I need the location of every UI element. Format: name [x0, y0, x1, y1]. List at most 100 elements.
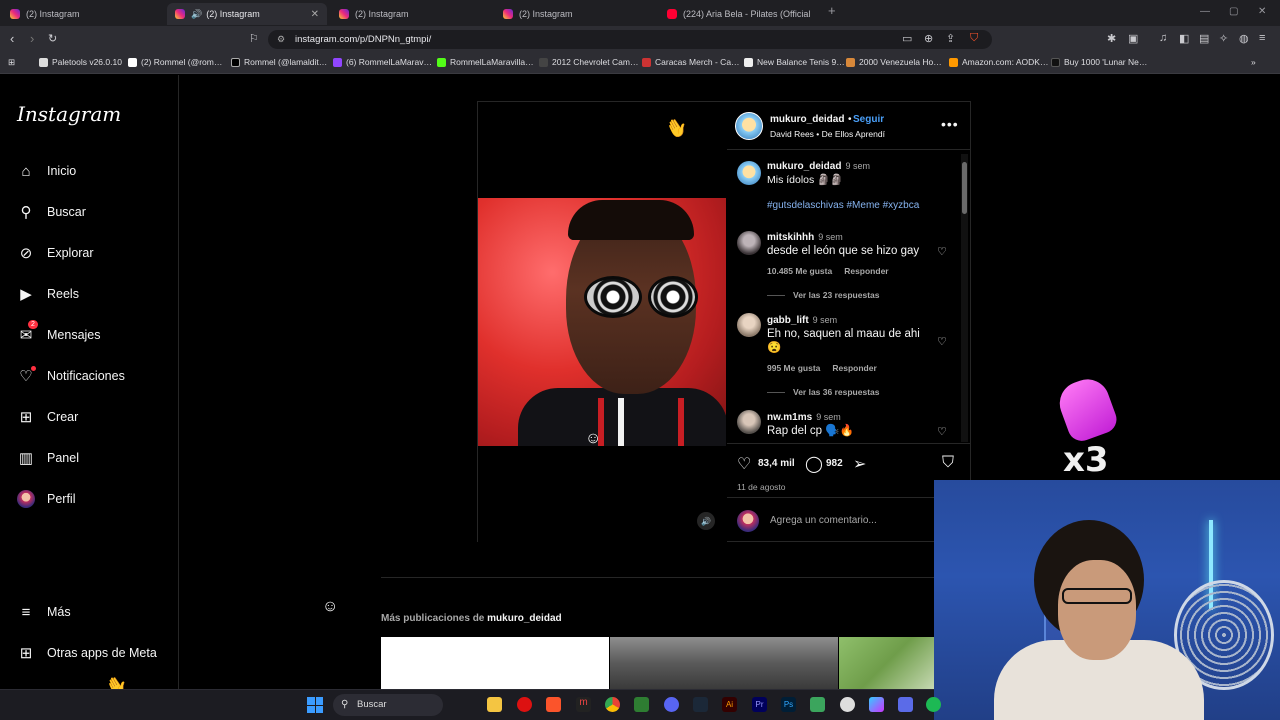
bookmark-icon[interactable]: ⚐	[249, 32, 259, 45]
apps-icon[interactable]: ⊞	[8, 57, 15, 68]
window-close-icon[interactable]: ✕	[1258, 6, 1266, 17]
site-info-icon[interactable]: ⚙	[277, 30, 285, 49]
avatar[interactable]	[737, 231, 761, 255]
comment-input[interactable]: Agrega un comentario...	[770, 515, 877, 526]
app-icon[interactable]	[634, 697, 649, 712]
sidebar-item-mensajes[interactable]: ✉ 2 Mensajes	[17, 320, 101, 347]
view-replies-button[interactable]: Ver las 36 respuestas	[767, 387, 879, 397]
like-icon[interactable]: ♡	[737, 454, 751, 474]
view-replies-button[interactable]: Ver las 23 respuestas	[767, 290, 879, 300]
url-field[interactable]: ⚙ instagram.com/p/DNPNn_gtmpi/	[268, 30, 992, 49]
bookmark-item[interactable]: 2012 Chevrolet Cam…	[539, 57, 638, 67]
avatar[interactable]	[737, 313, 761, 337]
app-icon[interactable]	[840, 697, 855, 712]
more-post-thumbnail[interactable]	[839, 637, 934, 689]
audio-attribution[interactable]: David Rees • De Ellos Aprendí	[770, 129, 885, 139]
zoom-icon[interactable]: ⊕	[924, 32, 933, 45]
bookmark-item[interactable]: (2) Rommel (@rom…	[128, 57, 222, 67]
save-icon[interactable]: ⛉	[942, 454, 954, 472]
reply-button[interactable]: Responder	[844, 266, 888, 276]
ai-icon[interactable]: ✧	[1219, 32, 1228, 45]
like-count[interactable]: 83,4 mil	[758, 458, 795, 469]
windows-start-icon[interactable]	[307, 697, 323, 713]
wallet-icon[interactable]: ▤	[1199, 32, 1209, 45]
menu-icon[interactable]: ≡	[1259, 32, 1265, 44]
sidebar-item-otras-apps[interactable]: ⊞ Otras apps de Meta	[17, 641, 157, 665]
chrome-icon[interactable]	[605, 697, 620, 712]
vpn-icon[interactable]: ◍	[1239, 32, 1249, 45]
forward-icon[interactable]: ›	[30, 31, 34, 46]
screen-icon[interactable]: ▭	[902, 32, 912, 45]
app-icon[interactable]	[898, 697, 913, 712]
sidebar-item-mas[interactable]: ≡ Más	[17, 600, 71, 624]
minimize-icon[interactable]: —	[1200, 6, 1210, 17]
share-icon[interactable]: ⇪	[946, 32, 955, 45]
comments-list[interactable]: mukuro_deidad 9 sem Mis ídolos 🗿🗿 #gutsde…	[727, 151, 970, 443]
opera-icon[interactable]	[517, 697, 532, 712]
like-comment-icon[interactable]: ♡	[937, 245, 947, 258]
post-image[interactable]	[478, 198, 726, 446]
bookmark-item[interactable]: Caracas Merch - Ca…	[642, 57, 740, 67]
taskbar-search[interactable]: ⚲ Buscar	[333, 694, 443, 716]
bookmark-item[interactable]: New Balance Tenis 9…	[744, 57, 845, 67]
browser-tab-active[interactable]: 🔊 (2) Instagram ✕	[167, 3, 327, 25]
comment-username[interactable]: gabb_lift 9 sem	[767, 315, 837, 326]
comment-username[interactable]: mitskihhh 9 sem	[767, 232, 843, 243]
share-icon[interactable]: ➢	[853, 454, 866, 474]
instagram-logo[interactable]: Instagram	[17, 102, 121, 126]
wallet-icon[interactable]: ▣	[1128, 32, 1138, 45]
browser-tab[interactable]: (224) Aria Bela - Pilates (Official Vide…	[659, 3, 819, 25]
browser-tab[interactable]: (2) Instagram	[2, 3, 166, 25]
sidebar-item-notificaciones[interactable]: ♡ Notificaciones	[17, 364, 125, 388]
sidebar-item-buscar[interactable]: ⚲ Buscar	[17, 200, 86, 224]
more-options-icon[interactable]: •••	[941, 116, 959, 132]
discord-icon[interactable]	[664, 697, 679, 712]
author-username[interactable]: mukuro_deidad	[770, 114, 844, 125]
bookmark-item[interactable]: RommelLaMaravilla…	[437, 57, 534, 67]
avatar[interactable]	[737, 410, 761, 434]
more-post-thumbnail[interactable]	[610, 637, 838, 689]
file-explorer-icon[interactable]	[487, 697, 502, 712]
sidebar-toggle-icon[interactable]: ◧	[1179, 32, 1189, 45]
more-post-thumbnail[interactable]	[381, 637, 609, 689]
sidebar-item-perfil[interactable]: Perfil	[17, 487, 75, 511]
sidebar-item-explorar[interactable]: ⊘ Explorar	[17, 241, 94, 265]
sidebar-item-reels[interactable]: ▶ Reels	[17, 282, 79, 306]
music-icon[interactable]: ♫	[1159, 32, 1167, 44]
caption-username[interactable]: mukuro_deidad 9 sem	[767, 161, 870, 172]
brave-shield-icon[interactable]: ⛉	[970, 32, 978, 45]
tab-close-icon[interactable]: ✕	[311, 9, 319, 20]
maximize-icon[interactable]: ▢	[1229, 6, 1238, 17]
scrollbar-thumb[interactable]	[962, 162, 967, 214]
like-comment-icon[interactable]: ♡	[937, 335, 947, 348]
brave-icon[interactable]	[546, 697, 561, 712]
bookmark-item[interactable]: Rommel (@lamaldit…	[231, 57, 327, 67]
comments-scrollbar[interactable]	[961, 154, 968, 442]
bookmark-item[interactable]: 2000 Venezuela Ho…	[846, 57, 942, 67]
caption-hashtags[interactable]: #gutsdelaschivas #Meme #xyzbca	[767, 200, 919, 211]
post-media[interactable]: 🔊	[478, 102, 727, 543]
bookmark-item[interactable]: (6) RommelLaMarav…	[333, 57, 432, 67]
sidebar-item-inicio[interactable]: ⌂ Inicio	[17, 159, 76, 183]
new-tab-icon[interactable]: +	[828, 3, 836, 18]
reload-icon[interactable]: ↻	[48, 32, 57, 45]
reply-button[interactable]: Responder	[832, 363, 876, 373]
extensions-icon[interactable]: ✱	[1107, 32, 1116, 45]
spotify-icon[interactable]	[926, 697, 941, 712]
bookmark-item[interactable]: Paletools v26.0.10	[39, 57, 122, 67]
sidebar-item-panel[interactable]: ▥ Panel	[17, 446, 79, 470]
browser-tab[interactable]: (2) Instagram	[495, 3, 655, 25]
app-icon[interactable]	[810, 697, 825, 712]
app-icon[interactable]	[869, 697, 884, 712]
avatar[interactable]	[737, 161, 761, 185]
premiere-icon[interactable]: Pr	[752, 697, 767, 712]
comment-icon[interactable]: ◯	[805, 454, 823, 474]
comment-username[interactable]: nw.m1ms 9 sem	[767, 412, 841, 423]
steam-icon[interactable]	[693, 697, 708, 712]
bookmark-item[interactable]: Amazon.com: AODK…	[949, 57, 1048, 67]
sidebar-item-crear[interactable]: ⊞ Crear	[17, 405, 79, 429]
photoshop-icon[interactable]: Ps	[781, 697, 796, 712]
bookmarks-overflow-icon[interactable]: »	[1251, 57, 1256, 67]
browser-tab[interactable]: (2) Instagram	[331, 3, 491, 25]
back-icon[interactable]: ‹	[10, 31, 14, 46]
